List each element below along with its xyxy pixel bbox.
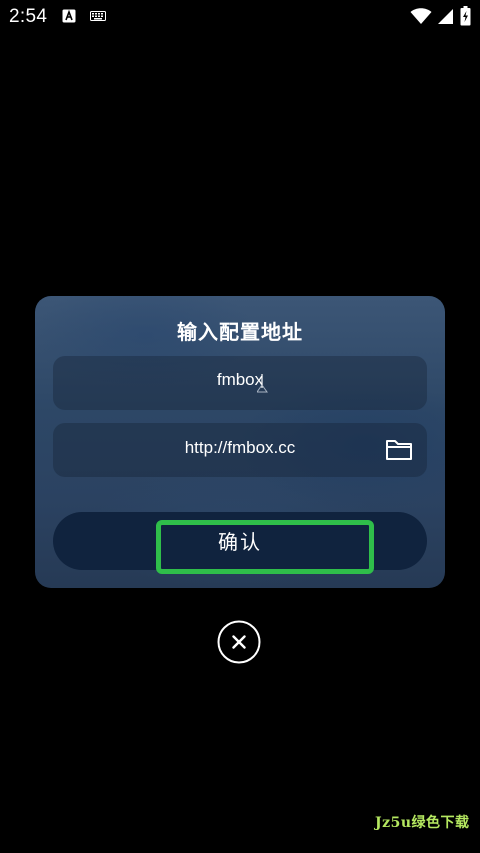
wifi-icon: [410, 8, 432, 24]
config-dialog: 输入配置地址 fmbox http://fmbox.cc 确认: [35, 296, 445, 588]
signal-icon: [438, 9, 453, 24]
close-icon[interactable]: [217, 620, 261, 664]
a-notification-icon: [62, 9, 76, 23]
text-cursor-icon: [257, 374, 268, 393]
watermark-text: Jz5u绿色下载: [375, 815, 470, 831]
config-name-value: fmbox: [216, 370, 264, 389]
app-screen: 2:54 输入配置地址 fmbox http://fmbox.cc 确认 Jz5…: [0, 0, 480, 853]
watermark-logo: Jz5u绿色下载: [375, 812, 471, 838]
config-name-input[interactable]: fmbox: [53, 356, 427, 410]
status-time: 2:54: [9, 6, 48, 27]
battery-icon: [460, 6, 471, 26]
keyboard-icon: [90, 11, 106, 21]
status-bar: 2:54: [0, 0, 480, 34]
config-url-input[interactable]: http://fmbox.cc: [53, 423, 427, 477]
config-url-value: http://fmbox.cc: [184, 438, 296, 457]
confirm-button[interactable]: 确认: [53, 512, 427, 570]
confirm-label: 确认: [218, 530, 262, 554]
dialog-title: 输入配置地址: [177, 320, 303, 344]
folder-icon[interactable]: [385, 438, 413, 462]
